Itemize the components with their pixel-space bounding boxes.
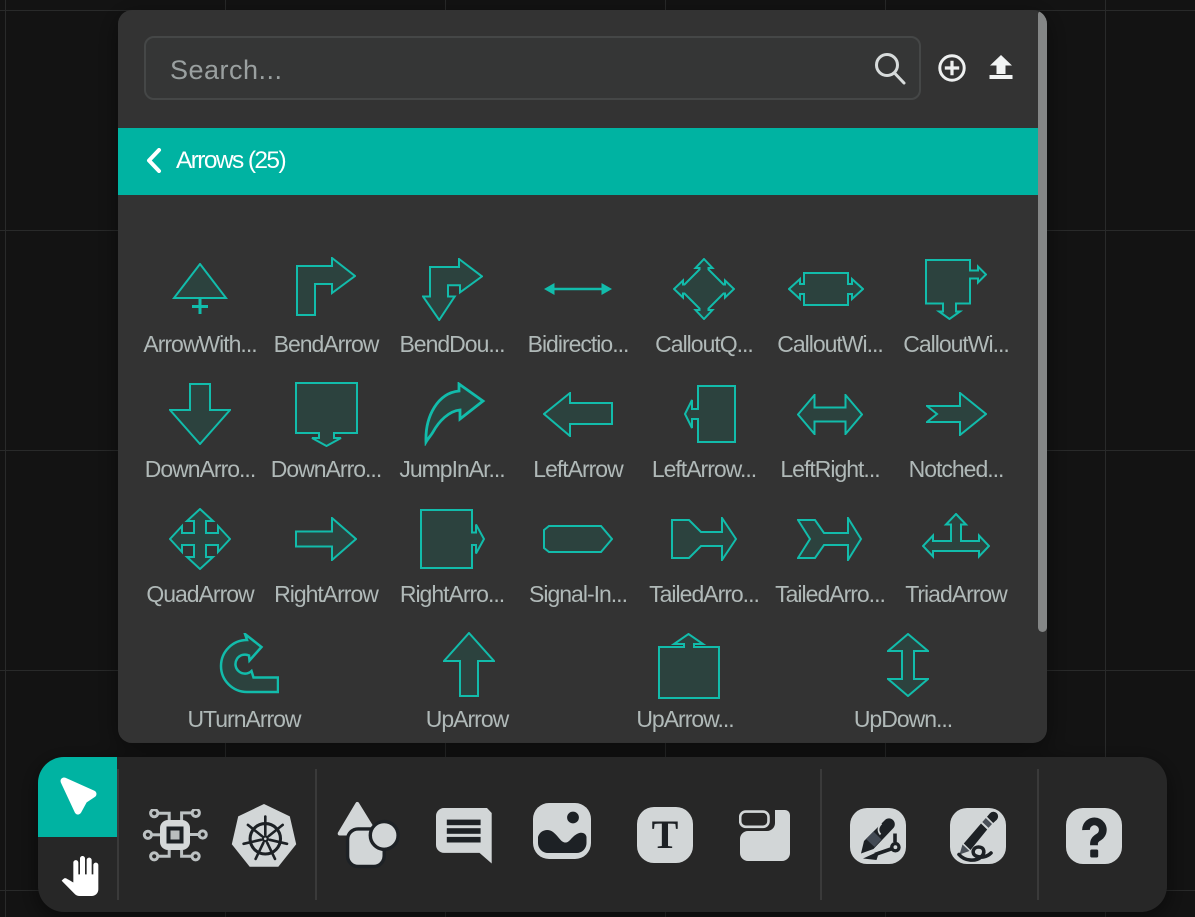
svg-text:T: T	[652, 812, 679, 857]
